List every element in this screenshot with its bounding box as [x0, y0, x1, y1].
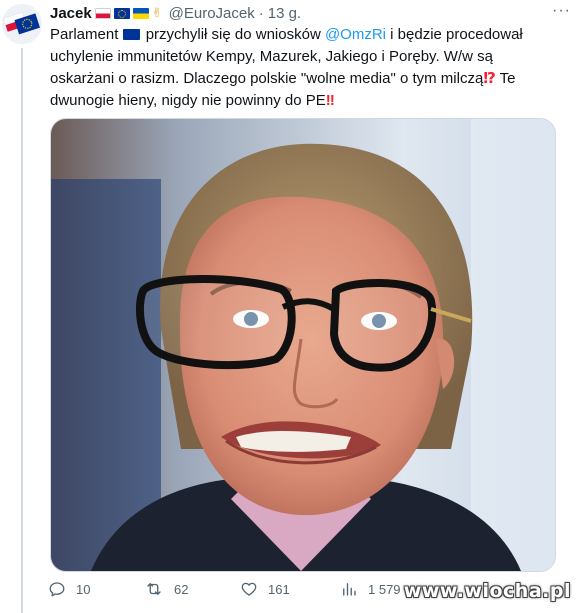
tweet[interactable]: Jacek ✌ @EuroJacek · 13 g. ··· Parlament… [0, 0, 583, 613]
eu-flag-icon [122, 29, 140, 40]
separator: · [258, 4, 264, 22]
thread-line [21, 48, 23, 613]
portrait-photo [51, 119, 555, 571]
display-name[interactable]: Jacek [50, 5, 92, 22]
ukraine-flag-icon [132, 7, 149, 19]
text-part: Parlament [50, 26, 123, 43]
retweet-count: 62 [174, 581, 189, 597]
text-part: przychylił się do wniosków [141, 26, 325, 43]
mention-link[interactable]: @OmzRi [325, 26, 386, 43]
heart-icon [241, 582, 257, 596]
reply-count: 10 [76, 581, 91, 597]
reply-button[interactable]: 10 [48, 580, 90, 598]
eu-flag-icon [113, 7, 130, 19]
double-exclamation-icon: ‼ [325, 92, 335, 109]
tweet-photo[interactable] [50, 118, 556, 572]
tweet-header: Jacek ✌ @EuroJacek · 13 g. [50, 3, 301, 23]
timestamp[interactable]: 13 g. [268, 5, 301, 22]
views-count: 1 579 [368, 581, 401, 597]
retweet-icon [147, 583, 161, 595]
poland-flag-icon [94, 7, 111, 19]
retweet-button[interactable]: 62 [144, 580, 188, 598]
views-button[interactable]: 1 579 [340, 580, 401, 598]
site-watermark: www.wiocha.pl [403, 580, 571, 602]
more-options-icon[interactable]: ··· [552, 2, 571, 20]
interrobang-icon: ⁉ [483, 70, 496, 87]
flags-icon [2, 4, 42, 44]
reply-icon [49, 582, 65, 597]
views-chart-icon [343, 583, 356, 596]
user-handle[interactable]: @EuroJacek [169, 5, 255, 22]
avatar[interactable] [2, 4, 42, 44]
victory-hand-icon: ✌ [151, 5, 163, 20]
tweet-text: Parlament przychylił się do wniosków @Om… [50, 24, 560, 112]
like-button[interactable]: 161 [240, 580, 290, 598]
like-count: 161 [268, 581, 290, 597]
